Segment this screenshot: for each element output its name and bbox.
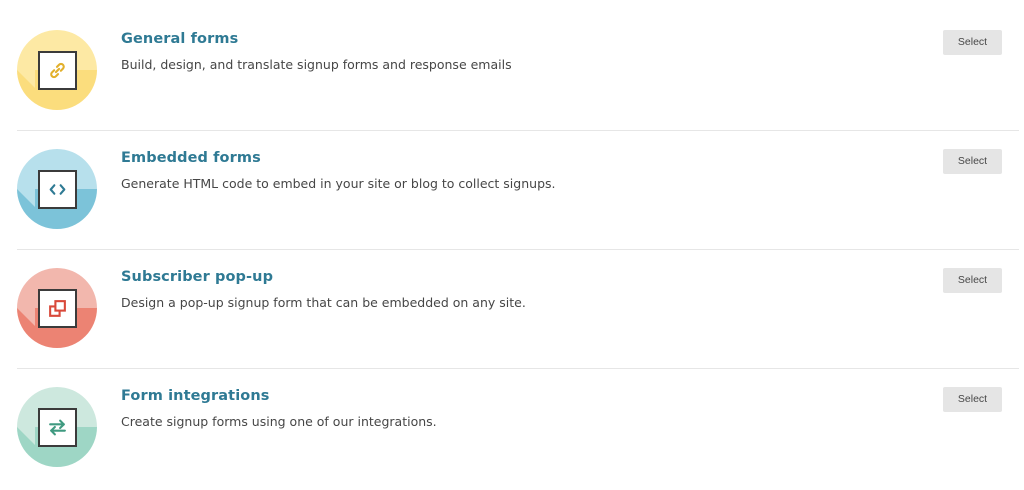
select-form-integrations-button[interactable]: Select <box>943 387 1002 412</box>
option-row-embedded-forms: Embedded forms Generate HTML code to emb… <box>0 130 1024 249</box>
row-divider <box>17 130 1019 131</box>
link-icon <box>50 62 65 79</box>
option-title: Form integrations <box>121 388 270 404</box>
select-subscriber-popup-button[interactable]: Select <box>943 268 1002 293</box>
option-description: Generate HTML code to embed in your site… <box>121 176 556 191</box>
arrows-swap-icon <box>49 419 66 436</box>
form-integrations-badge <box>17 387 97 467</box>
row-divider <box>17 368 1019 369</box>
general-forms-badge <box>17 30 97 110</box>
option-row-general-forms: General forms Build, design, and transla… <box>0 11 1024 130</box>
option-row-form-integrations: Form integrations Create signup forms us… <box>0 368 1024 487</box>
select-embedded-forms-button[interactable]: Select <box>943 149 1002 174</box>
subscriber-popup-badge <box>17 268 97 348</box>
row-divider <box>17 249 1019 250</box>
option-description: Create signup forms using one of our int… <box>121 414 437 429</box>
option-title: Embedded forms <box>121 150 261 166</box>
option-description: Design a pop-up signup form that can be … <box>121 295 526 310</box>
embedded-forms-badge <box>17 149 97 229</box>
option-title: General forms <box>121 31 239 47</box>
signup-form-options-list: General forms Build, design, and transla… <box>0 0 1024 490</box>
select-general-forms-button[interactable]: Select <box>943 30 1002 55</box>
code-icon <box>49 184 66 195</box>
popup-windows-icon <box>49 300 66 317</box>
option-row-subscriber-popup: Subscriber pop-up Design a pop-up signup… <box>0 249 1024 368</box>
option-description: Build, design, and translate signup form… <box>121 57 512 72</box>
option-title: Subscriber pop-up <box>121 269 274 285</box>
